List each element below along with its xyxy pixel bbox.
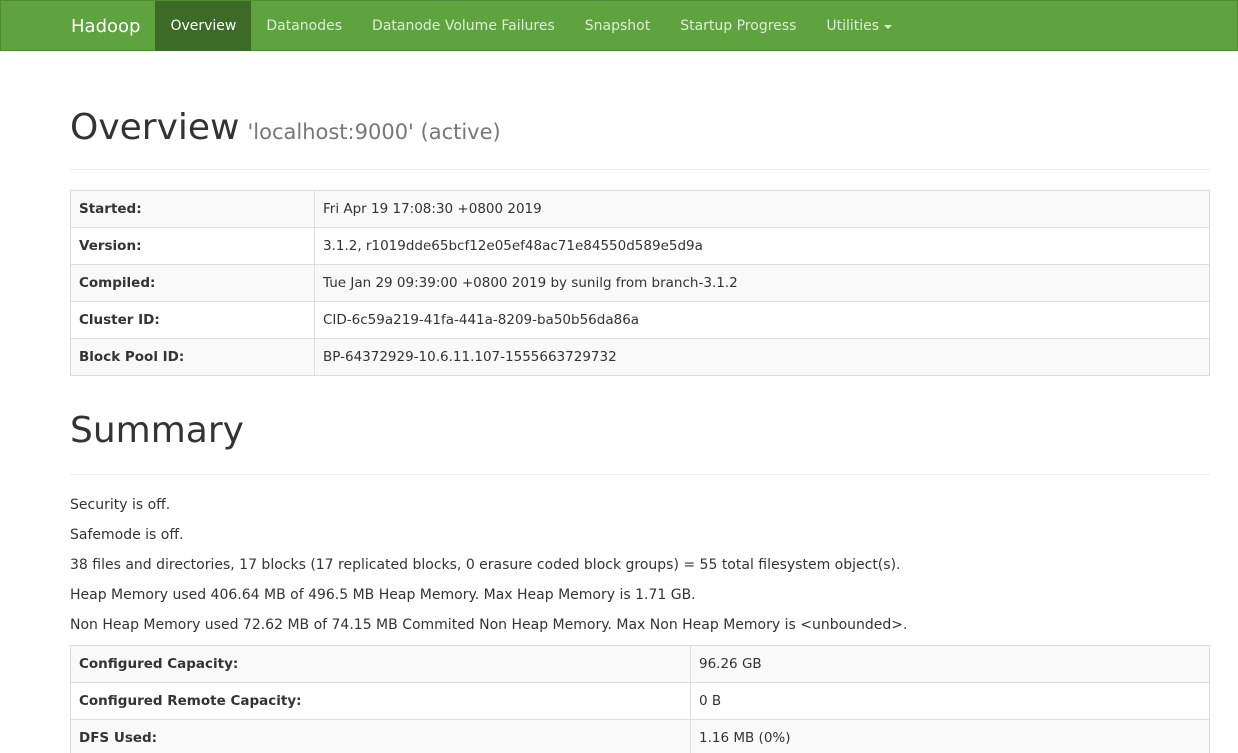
overview-header: Overview 'localhost:9000' (active) xyxy=(70,107,501,148)
row-value: 1.16 MB (0%) xyxy=(690,719,1210,753)
table-row: Cluster ID: CID-6c59a219-41fa-441a-8209-… xyxy=(70,301,1210,339)
table-row: Started: Fri Apr 19 17:08:30 +0800 2019 xyxy=(70,190,1210,228)
row-value: 96.26 GB xyxy=(690,645,1210,683)
nav-menu: Hadoop Overview Datanodes Datanode Volum… xyxy=(56,1,907,51)
row-value: 0 B xyxy=(690,682,1210,720)
summary-line: 38 files and directories, 17 blocks (17 … xyxy=(70,557,901,573)
row-key: Version: xyxy=(70,227,315,265)
summary-title: Summary xyxy=(70,410,244,451)
row-value: Fri Apr 19 17:08:30 +0800 2019 xyxy=(314,190,1210,228)
nav-startup-progress[interactable]: Startup Progress xyxy=(665,1,811,51)
brand-link[interactable]: Hadoop xyxy=(56,1,155,51)
nav-datanode-volume-failures[interactable]: Datanode Volume Failures xyxy=(357,1,570,51)
row-key: Started: xyxy=(70,190,315,228)
row-key: Configured Remote Capacity: xyxy=(70,682,691,720)
row-value: 3.1.2, r1019dde65bcf12e05ef48ac71e84550d… xyxy=(314,227,1210,265)
table-row: DFS Used: 1.16 MB (0%) xyxy=(70,719,1210,753)
summary-lines: Security is off. Safemode is off. 38 fil… xyxy=(70,495,1210,645)
row-key: Cluster ID: xyxy=(70,301,315,339)
chevron-down-icon xyxy=(884,25,893,29)
row-value: BP-64372929-10.6.11.107-1555663729732 xyxy=(314,338,1210,376)
nav-utilities-label: Utilities xyxy=(826,18,880,34)
overview-table: Started: Fri Apr 19 17:08:30 +0800 2019 … xyxy=(70,190,1210,376)
nav-datanodes[interactable]: Datanodes xyxy=(251,1,357,51)
table-row: Block Pool ID: BP-64372929-10.6.11.107-1… xyxy=(70,338,1210,376)
navbar: Hadoop Overview Datanodes Datanode Volum… xyxy=(0,0,1238,51)
row-key: Compiled: xyxy=(70,264,315,302)
summary-line: Security is off. xyxy=(70,497,171,513)
namenode-address: 'localhost:9000' (active) xyxy=(247,120,501,144)
row-value: CID-6c59a219-41fa-441a-8209-ba50b56da86a xyxy=(314,301,1210,339)
table-row: Compiled: Tue Jan 29 09:39:00 +0800 2019… xyxy=(70,264,1210,302)
table-row: Configured Remote Capacity: 0 B xyxy=(70,682,1210,720)
overview-divider xyxy=(70,169,1210,170)
row-key: Configured Capacity: xyxy=(70,645,691,683)
row-key: DFS Used: xyxy=(70,719,691,753)
row-value: Tue Jan 29 09:39:00 +0800 2019 by sunilg… xyxy=(314,264,1210,302)
table-row: Version: 3.1.2, r1019dde65bcf12e05ef48ac… xyxy=(70,227,1210,265)
row-key: Block Pool ID: xyxy=(70,338,315,376)
nav-overview[interactable]: Overview xyxy=(155,1,252,51)
nav-utilities-dropdown[interactable]: Utilities xyxy=(811,1,907,51)
nav-snapshot[interactable]: Snapshot xyxy=(570,1,665,51)
capacity-table: Configured Capacity: 96.26 GB Configured… xyxy=(70,645,1210,753)
summary-line: Non Heap Memory used 72.62 MB of 74.15 M… xyxy=(70,617,908,633)
summary-divider xyxy=(70,474,1210,475)
page-title: Overview xyxy=(70,107,240,148)
summary-line: Safemode is off. xyxy=(70,527,184,543)
summary-line: Heap Memory used 406.64 MB of 496.5 MB H… xyxy=(70,587,696,603)
table-row: Configured Capacity: 96.26 GB xyxy=(70,645,1210,683)
